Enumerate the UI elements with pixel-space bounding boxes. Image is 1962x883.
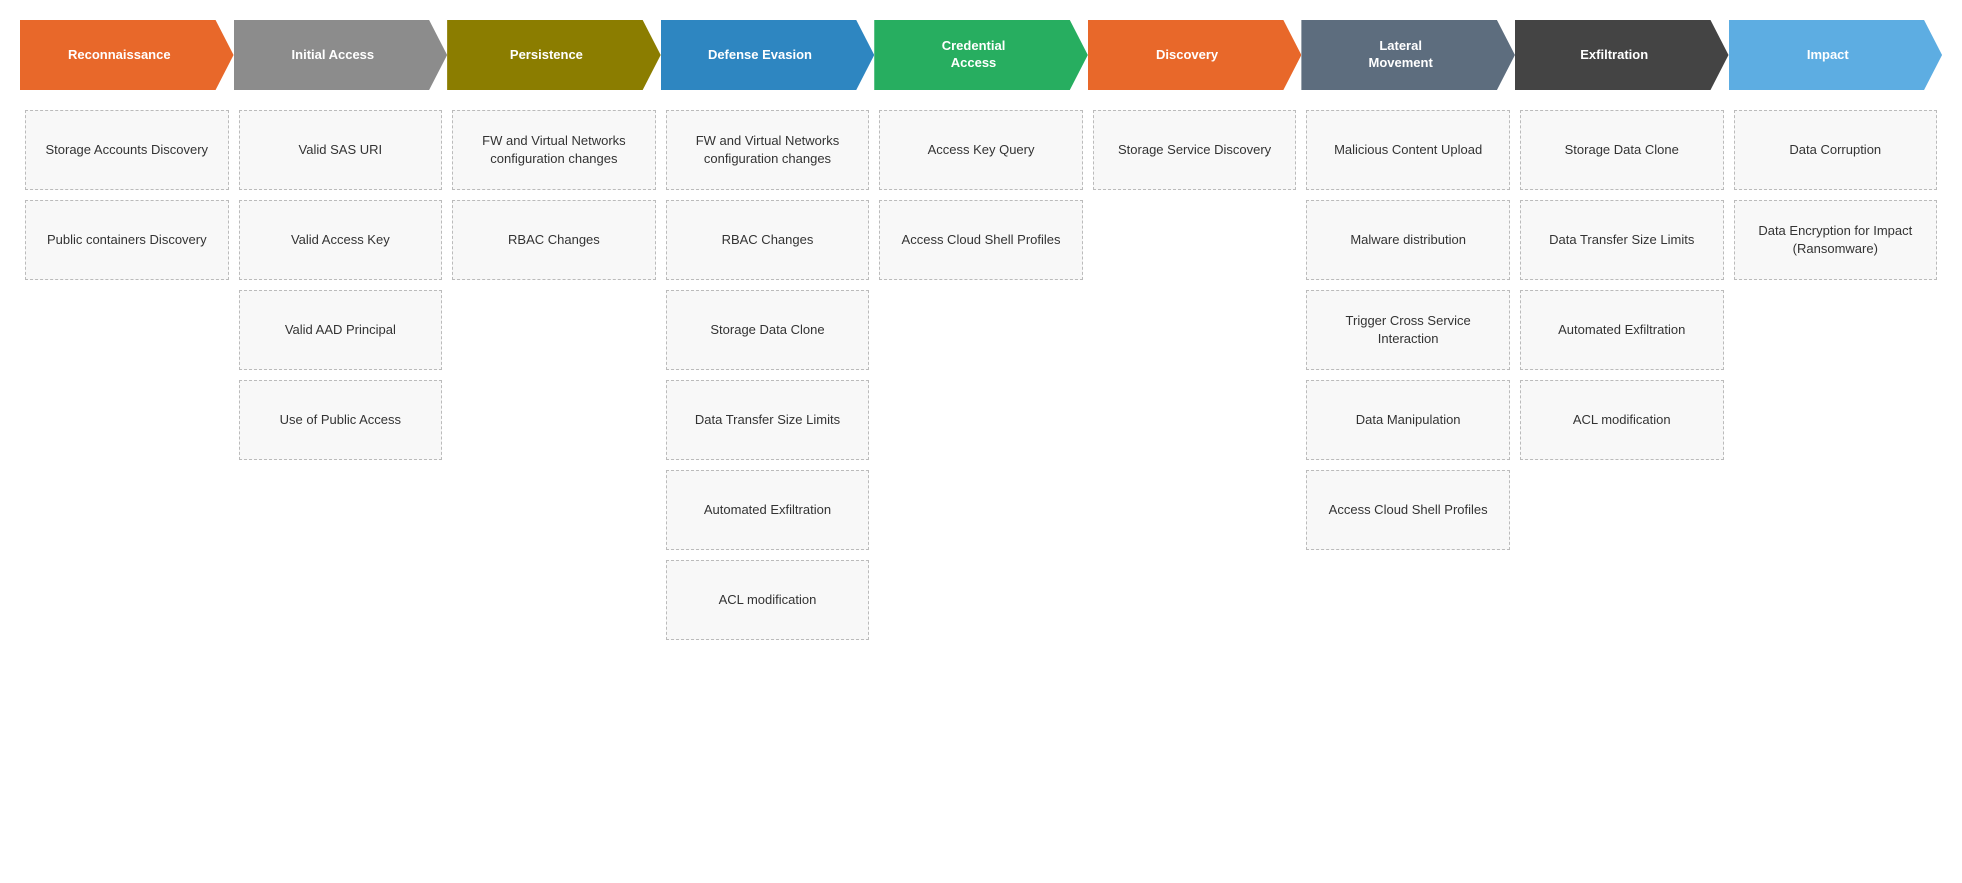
chevron-persist: Persistence <box>447 20 661 90</box>
card-initial: Valid Access Key <box>239 200 443 280</box>
chevron-label-initial: Initial Access <box>292 47 375 64</box>
card-recon: Storage Accounts Discovery <box>25 110 229 190</box>
chevron-label-exfil: Exfiltration <box>1580 47 1648 64</box>
chevron-initial: Initial Access <box>234 20 448 90</box>
card-exfil: Data Transfer Size Limits <box>1520 200 1724 280</box>
card-defense: Storage Data Clone <box>666 290 870 370</box>
column-persist: FW and Virtual Networks configuration ch… <box>447 110 661 280</box>
chevron-wrapper-persist: Persistence <box>447 20 661 90</box>
card-initial: Use of Public Access <box>239 380 443 460</box>
chevron-label-lateral: Lateral Movement <box>1369 38 1433 72</box>
card-cred: Access Cloud Shell Profiles <box>879 200 1083 280</box>
card-initial: Valid SAS URI <box>239 110 443 190</box>
column-impact: Data Corruption Data Encryption for Impac… <box>1729 110 1943 280</box>
column-discovery: Storage Service Discovery <box>1088 110 1302 190</box>
chevron-wrapper-recon: Reconnaissance <box>20 20 234 90</box>
card-defense: Automated Exfiltration <box>666 470 870 550</box>
header-row: Reconnaissance Initial Access Persistence D… <box>20 20 1942 90</box>
chevron-label-discovery: Discovery <box>1156 47 1218 64</box>
chevron-wrapper-impact: Impact <box>1729 20 1943 90</box>
chevron-lateral: Lateral Movement <box>1301 20 1515 90</box>
card-exfil: Storage Data Clone <box>1520 110 1724 190</box>
card-defense: ACL modification <box>666 560 870 640</box>
chevron-impact: Impact <box>1729 20 1943 90</box>
card-initial: Valid AAD Principal <box>239 290 443 370</box>
card-recon: Public containers Discovery <box>25 200 229 280</box>
chevron-cred: Credential Access <box>874 20 1088 90</box>
card-defense: Data Transfer Size Limits <box>666 380 870 460</box>
card-lateral: Data Manipulation <box>1306 380 1510 460</box>
column-lateral: Malicious Content Upload Malware distribu… <box>1301 110 1515 550</box>
card-persist: FW and Virtual Networks configuration ch… <box>452 110 656 190</box>
column-cred: Access Key Query Access Cloud Shell Profi… <box>874 110 1088 280</box>
card-lateral: Malicious Content Upload <box>1306 110 1510 190</box>
card-lateral: Trigger Cross Service Interaction <box>1306 290 1510 370</box>
chevron-discovery: Discovery <box>1088 20 1302 90</box>
chevron-wrapper-initial: Initial Access <box>234 20 448 90</box>
column-defense: FW and Virtual Networks configuration ch… <box>661 110 875 640</box>
card-persist: RBAC Changes <box>452 200 656 280</box>
card-impact: Data Encryption for Impact (Ransomware) <box>1734 200 1938 280</box>
column-recon: Storage Accounts Discovery Public contain… <box>20 110 234 280</box>
chevron-label-defense: Defense Evasion <box>708 47 812 64</box>
card-exfil: Automated Exfiltration <box>1520 290 1724 370</box>
card-lateral: Access Cloud Shell Profiles <box>1306 470 1510 550</box>
chevron-label-cred: Credential Access <box>942 38 1006 72</box>
card-lateral: Malware distribution <box>1306 200 1510 280</box>
chevron-label-recon: Reconnaissance <box>68 47 171 64</box>
chevron-exfil: Exfiltration <box>1515 20 1729 90</box>
card-defense: RBAC Changes <box>666 200 870 280</box>
card-exfil: ACL modification <box>1520 380 1724 460</box>
attack-chain: Reconnaissance Initial Access Persistence D… <box>20 20 1942 640</box>
chevron-label-impact: Impact <box>1807 47 1849 64</box>
content-row: Storage Accounts Discovery Public contain… <box>20 110 1942 640</box>
card-discovery: Storage Service Discovery <box>1093 110 1297 190</box>
chevron-recon: Reconnaissance <box>20 20 234 90</box>
chevron-wrapper-exfil: Exfiltration <box>1515 20 1729 90</box>
card-defense: FW and Virtual Networks configuration ch… <box>666 110 870 190</box>
chevron-wrapper-lateral: Lateral Movement <box>1301 20 1515 90</box>
card-impact: Data Corruption <box>1734 110 1938 190</box>
chevron-defense: Defense Evasion <box>661 20 875 90</box>
chevron-label-persist: Persistence <box>510 47 583 64</box>
chevron-wrapper-cred: Credential Access <box>874 20 1088 90</box>
chevron-wrapper-defense: Defense Evasion <box>661 20 875 90</box>
column-initial: Valid SAS URI Valid Access Key Valid AAD P… <box>234 110 448 460</box>
card-cred: Access Key Query <box>879 110 1083 190</box>
chevron-wrapper-discovery: Discovery <box>1088 20 1302 90</box>
column-exfil: Storage Data Clone Data Transfer Size Lim… <box>1515 110 1729 460</box>
